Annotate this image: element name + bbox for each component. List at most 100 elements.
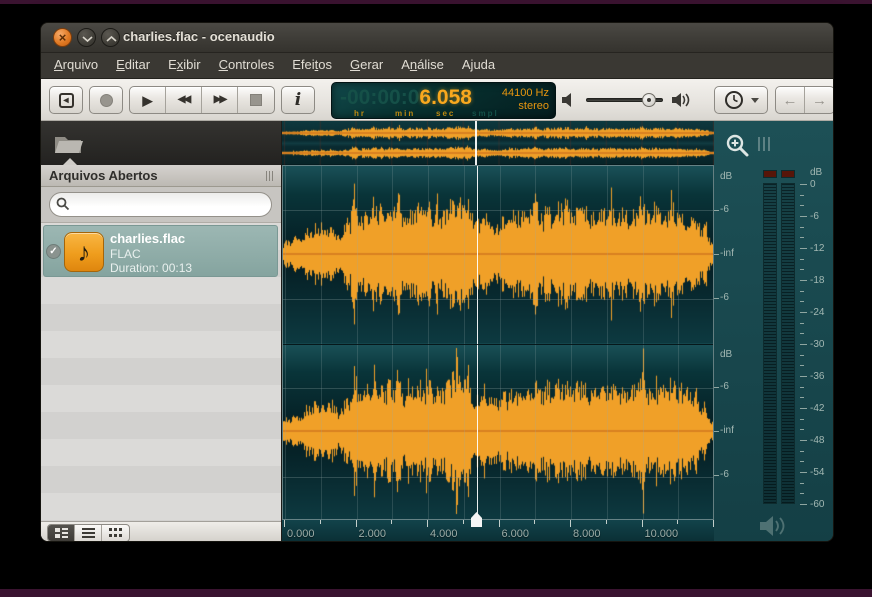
- search-area: [41, 187, 281, 223]
- grid-line-vertical: [428, 166, 429, 519]
- grid-line-vertical: [463, 166, 465, 519]
- file-format: FLAC: [110, 247, 141, 261]
- amplitude-scale-tick: [714, 210, 719, 211]
- meter-scale-tick: [800, 312, 807, 313]
- meter-scale-tick: [800, 344, 807, 345]
- time-display[interactable]: -00:00:06.058 hr min sec smpl 44100 Hz s…: [331, 82, 556, 119]
- clock-icon: [724, 91, 743, 109]
- file-item-charlies-flac[interactable]: ✓ ♪ charlies.flac FLAC Duration: 00:13: [43, 225, 278, 277]
- history-forward-button[interactable]: →: [805, 87, 833, 113]
- close-button[interactable]: ×: [53, 28, 72, 47]
- back-arrow-icon: ←: [782, 91, 798, 109]
- timeline-tick: [391, 520, 393, 524]
- grid-line-horizontal: [283, 210, 713, 211]
- open-folder-icon[interactable]: [53, 130, 85, 156]
- record-icon: [99, 93, 113, 107]
- meter-scale-minor-tick: [800, 237, 804, 238]
- skip-to-start-button[interactable]: ◂: [49, 86, 83, 114]
- record-button[interactable]: [89, 86, 123, 114]
- toolbar: ◂ ▶ ◀◀ ▶▶ i -00:00:06.058 hr min sec smp…: [41, 79, 833, 121]
- rewind-button[interactable]: ◀◀: [166, 87, 202, 113]
- timeline-tick: [498, 520, 500, 527]
- meter-scale-tick: [800, 376, 807, 377]
- selected-check-icon: ✓: [46, 244, 61, 259]
- grid-line-vertical: [642, 166, 644, 519]
- timeline-label: 2.000: [358, 528, 387, 540]
- skip-to-start-icon: ◂: [58, 92, 74, 108]
- menu-exibir[interactable]: Exibir: [159, 53, 210, 76]
- titlebar[interactable]: × charlies.flac - ocenaudio: [41, 23, 833, 53]
- meter-scale-minor-tick: [800, 259, 804, 260]
- forward-arrow-icon: →: [812, 91, 827, 109]
- sidebar: Arquivos Abertos ✓ ♪ charlies.flac FLAC …: [41, 121, 282, 541]
- desktop-strip-bottom: [0, 589, 872, 597]
- play-icon: ▶: [142, 92, 153, 108]
- meter-scale-label: -48: [810, 435, 825, 446]
- meter-peak-cap-left: [763, 170, 777, 178]
- panel-grip-handle[interactable]: [266, 171, 273, 181]
- maximize-button[interactable]: [101, 28, 120, 47]
- timeline-tick: [284, 520, 285, 527]
- timeline-label: 0.000: [287, 528, 315, 540]
- menu-ajuda[interactable]: Ajuda: [453, 53, 504, 76]
- meter-scale-label: -12: [810, 243, 825, 254]
- view-grid-button[interactable]: [102, 525, 129, 541]
- playhead-line: [477, 166, 478, 519]
- panel-grip-handle[interactable]: [758, 137, 770, 151]
- timeline-ruler[interactable]: 0.0002.0004.0006.0008.00010.00012.000: [282, 512, 750, 541]
- channel-separator: [283, 344, 713, 345]
- fast-forward-button[interactable]: ▶▶: [202, 87, 238, 113]
- sidebar-bottom-bar: [41, 521, 281, 541]
- meter-scale-minor-tick: [800, 419, 804, 420]
- history-group: ← →: [775, 86, 833, 114]
- menu-gerar[interactable]: Gerar: [341, 53, 392, 76]
- waveform-overview[interactable]: [282, 121, 714, 165]
- stop-button[interactable]: [238, 87, 274, 113]
- meter-scale-tick: [800, 280, 807, 281]
- history-back-button[interactable]: ←: [776, 87, 805, 113]
- minimize-button[interactable]: [77, 28, 96, 47]
- waveform-area: 0.0002.0004.0006.0008.00010.00012.000: [282, 121, 750, 541]
- waveform-plot[interactable]: [282, 165, 715, 520]
- menu-analise[interactable]: Análise: [392, 53, 453, 76]
- meter-scale-tick: [800, 184, 807, 185]
- amplitude-scale-label: -inf: [720, 425, 734, 436]
- volume-handle[interactable]: [642, 93, 656, 107]
- zoom-icon[interactable]: [725, 133, 751, 159]
- info-button[interactable]: i: [281, 86, 315, 114]
- sec-label: sec: [436, 109, 456, 118]
- timeline-label: 6.000: [501, 528, 530, 540]
- timeline-tick: [534, 520, 536, 524]
- volume-slider[interactable]: [586, 93, 663, 107]
- app-window: × charlies.flac - ocenaudio Arquivo Edita…: [40, 22, 834, 542]
- menu-controles[interactable]: Controles: [210, 53, 284, 76]
- menu-efeitos[interactable]: Efeitos: [283, 53, 341, 76]
- meter-scale-minor-tick: [800, 291, 804, 292]
- meter-scale-label: -60: [810, 499, 825, 510]
- grid-line-vertical: [320, 166, 322, 519]
- menu-arquivo[interactable]: Arquivo: [45, 53, 107, 76]
- chevron-down-icon: [82, 36, 93, 43]
- sample-rate: 44100 Hz: [501, 87, 549, 99]
- search-input[interactable]: [49, 192, 272, 217]
- meter-scale-tick: [800, 472, 807, 473]
- timeline-label: 10.000: [644, 528, 679, 540]
- tab-notch: [63, 158, 77, 165]
- view-details-button[interactable]: [48, 525, 75, 541]
- time-format-dropdown-button[interactable]: [714, 86, 768, 114]
- speaker-low-icon: [562, 93, 571, 107]
- grid-line-vertical: [678, 166, 680, 519]
- meter-scale-minor-tick: [800, 205, 804, 206]
- transport-group: ▶ ◀◀ ▶▶: [129, 86, 275, 114]
- view-mode-group: [47, 524, 130, 541]
- amplitude-scale-tick: [714, 387, 719, 388]
- meter-panel: dB -6 -inf -6 dB -6 -inf -6 dB 0 -6 -12 -18 -24 -30 -36…: [714, 121, 833, 541]
- main-content: Arquivos Abertos ✓ ♪ charlies.flac FLAC …: [41, 121, 833, 541]
- play-button[interactable]: ▶: [130, 87, 166, 113]
- timeline-tick: [641, 520, 643, 527]
- monitor-speaker-icon[interactable]: [758, 514, 788, 538]
- meter-scale-minor-tick: [800, 429, 804, 430]
- timeline-tick: [319, 520, 321, 524]
- menu-editar[interactable]: Editar: [107, 53, 159, 76]
- view-list-button[interactable]: [75, 525, 102, 541]
